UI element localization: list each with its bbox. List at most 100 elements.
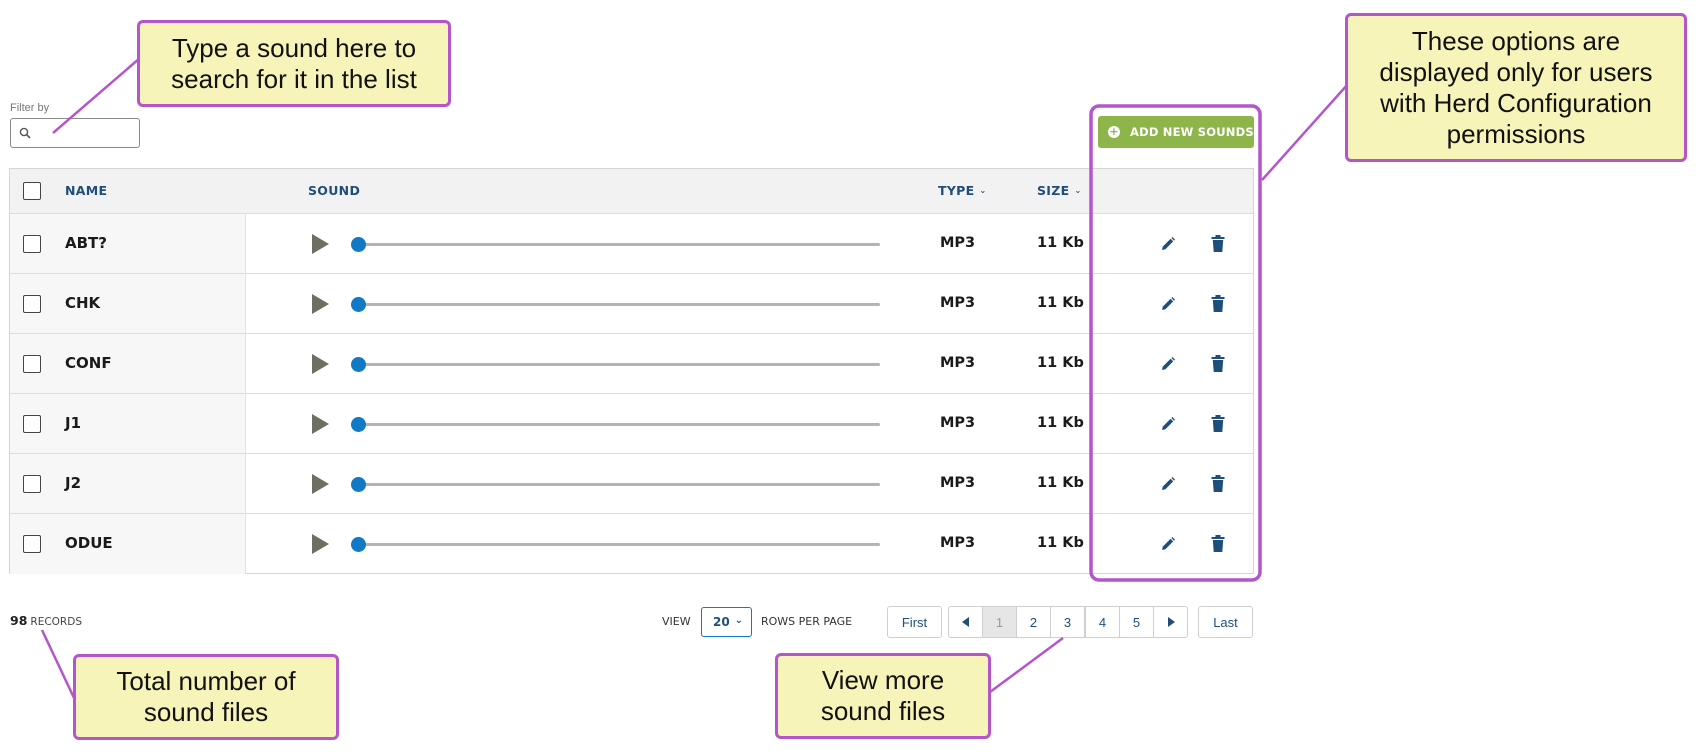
sound-type: MP3	[940, 535, 976, 551]
sound-type: MP3	[940, 295, 976, 311]
row-checkbox[interactable]	[23, 295, 41, 313]
page-button-3[interactable]: 3	[1050, 606, 1085, 638]
trash-icon[interactable]	[1211, 475, 1225, 492]
first-page-button[interactable]: First	[887, 606, 942, 638]
row-checkbox[interactable]	[23, 475, 41, 493]
rows-per-page-label: ROWS PER PAGE	[761, 615, 853, 628]
page-button-5[interactable]: 5	[1119, 606, 1154, 638]
pencil-icon[interactable]	[1160, 536, 1176, 552]
sound-type: MP3	[940, 355, 976, 371]
pencil-icon[interactable]	[1160, 356, 1176, 372]
audio-progress-handle[interactable]	[351, 537, 366, 552]
callout-permissions-line-2: displayed only for users	[1379, 56, 1653, 87]
audio-progress-track[interactable]	[360, 543, 880, 546]
column-header-type[interactable]: TYPE ⌄	[938, 183, 987, 198]
row-checkbox[interactable]	[23, 355, 41, 373]
sound-name: J2	[65, 474, 82, 492]
trash-icon[interactable]	[1211, 235, 1225, 252]
play-icon[interactable]	[312, 354, 329, 374]
column-header-size-label: SIZE	[1037, 183, 1070, 198]
pencil-icon[interactable]	[1160, 236, 1176, 252]
trash-icon[interactable]	[1211, 415, 1225, 432]
trash-icon[interactable]	[1211, 535, 1225, 552]
audio-progress-handle[interactable]	[351, 237, 366, 252]
callout-records-line-2: sound files	[143, 697, 269, 727]
table-row: J1 MP3 11 Kb	[10, 394, 1253, 454]
name-cell	[10, 394, 246, 453]
plus-circle-icon: +	[1108, 125, 1120, 138]
audio-progress-track[interactable]	[360, 423, 880, 426]
trash-icon[interactable]	[1211, 355, 1225, 372]
play-icon[interactable]	[312, 234, 329, 254]
select-all-checkbox[interactable]	[23, 182, 41, 200]
table-row: ABT? MP3 11 Kb	[10, 214, 1253, 274]
column-header-sound: SOUND	[308, 183, 360, 198]
sound-name: CHK	[65, 294, 101, 312]
play-icon[interactable]	[312, 294, 329, 314]
callout-more: View more sound files	[775, 653, 991, 739]
play-icon[interactable]	[312, 414, 329, 434]
audio-progress-handle[interactable]	[351, 417, 366, 432]
prev-page-button[interactable]	[948, 606, 983, 638]
audio-progress-track[interactable]	[360, 243, 880, 246]
name-cell	[10, 214, 246, 273]
add-new-sounds-button[interactable]: + ADD NEW SOUNDS	[1098, 116, 1254, 148]
rows-per-page-value: 20	[713, 615, 730, 629]
row-checkbox[interactable]	[23, 235, 41, 253]
next-page-button[interactable]	[1153, 606, 1188, 638]
callout-permissions-line-1: These options are	[1411, 25, 1621, 56]
callout-search-line-1: Type a sound here to	[171, 32, 417, 63]
callout-more-line-2: sound files	[820, 696, 946, 726]
column-header-name[interactable]: NAME	[65, 183, 107, 198]
sound-size: 11 Kb	[1037, 535, 1084, 551]
view-label: VIEW	[662, 615, 691, 628]
page-button-2[interactable]: 2	[1016, 606, 1051, 638]
row-checkbox[interactable]	[23, 415, 41, 433]
audio-progress-track[interactable]	[360, 363, 880, 366]
table-row: J2 MP3 11 Kb	[10, 454, 1253, 514]
records-count: 98 RECORDS	[10, 613, 82, 628]
play-icon[interactable]	[312, 534, 329, 554]
table-row: ODUE MP3 11 Kb	[10, 514, 1253, 574]
pencil-icon[interactable]	[1160, 296, 1176, 312]
filter-input[interactable]	[37, 123, 135, 143]
rows-per-page-select[interactable]: 20 ⌄	[701, 607, 752, 637]
filter-label: Filter by	[10, 102, 50, 114]
page-button-4[interactable]: 4	[1085, 606, 1120, 638]
records-label: RECORDS	[30, 616, 82, 628]
table-row: CONF MP3 11 Kb	[10, 334, 1253, 394]
audio-progress-handle[interactable]	[351, 357, 366, 372]
column-header-size[interactable]: SIZE ⌄	[1037, 183, 1081, 198]
sound-type: MP3	[940, 235, 976, 251]
play-icon[interactable]	[312, 474, 329, 494]
filter-field[interactable]	[10, 118, 140, 148]
table-header: NAME SOUND TYPE ⌄ SIZE ⌄	[10, 169, 1253, 214]
sound-type: MP3	[940, 475, 976, 491]
sound-name: ABT?	[65, 234, 107, 252]
name-cell	[10, 454, 246, 513]
audio-progress-track[interactable]	[360, 303, 880, 306]
pencil-icon[interactable]	[1160, 476, 1176, 492]
add-new-sounds-label: ADD NEW SOUNDS	[1130, 125, 1254, 139]
last-page-button[interactable]: Last	[1198, 606, 1253, 638]
audio-progress-handle[interactable]	[351, 297, 366, 312]
sound-size: 11 Kb	[1037, 235, 1084, 251]
page-button-1[interactable]: 1	[982, 606, 1017, 638]
sort-chevron-icon: ⌄	[979, 186, 987, 195]
name-cell	[10, 334, 246, 393]
audio-progress-track[interactable]	[360, 483, 880, 486]
caret-left-icon	[961, 617, 969, 627]
sound-size: 11 Kb	[1037, 475, 1084, 491]
table-row: CHK MP3 11 Kb	[10, 274, 1253, 334]
audio-progress-handle[interactable]	[351, 477, 366, 492]
column-header-name-label: NAME	[65, 183, 108, 198]
column-header-type-label: TYPE	[938, 183, 975, 198]
callout-records-line-1: Total number of	[116, 666, 296, 696]
row-checkbox[interactable]	[23, 535, 41, 553]
sort-chevron-icon: ⌄	[1074, 186, 1082, 195]
name-cell	[10, 274, 246, 333]
sound-size: 11 Kb	[1037, 295, 1084, 311]
callout-records: Total number of sound files	[73, 654, 339, 740]
pencil-icon[interactable]	[1160, 416, 1176, 432]
trash-icon[interactable]	[1211, 295, 1225, 312]
